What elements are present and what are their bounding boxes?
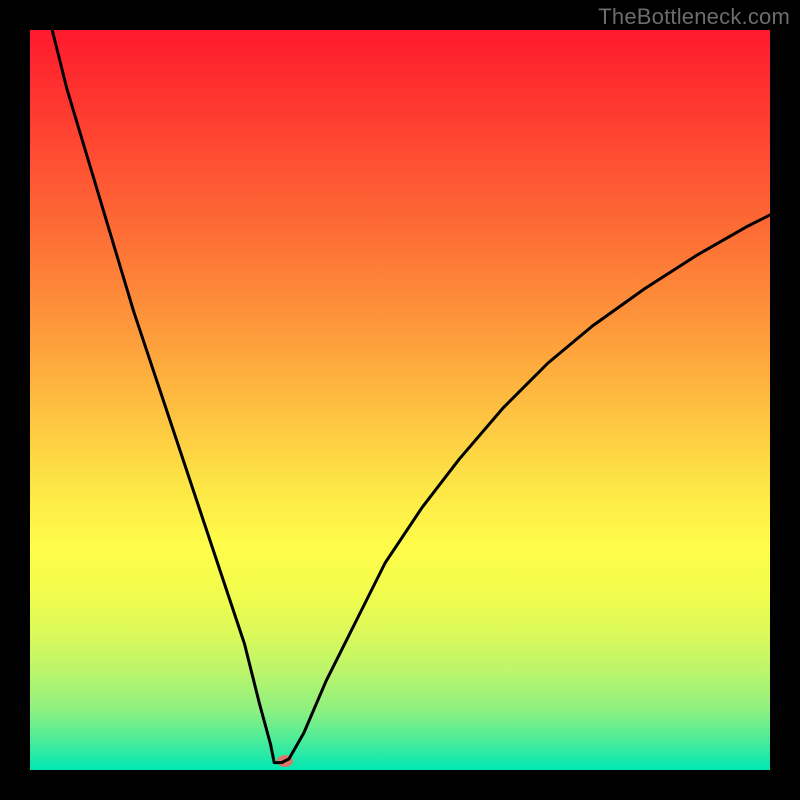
- chart-frame: TheBottleneck.com: [0, 0, 800, 800]
- watermark-text: TheBottleneck.com: [598, 4, 790, 30]
- plot-area: [30, 30, 770, 770]
- curve-line: [30, 30, 770, 770]
